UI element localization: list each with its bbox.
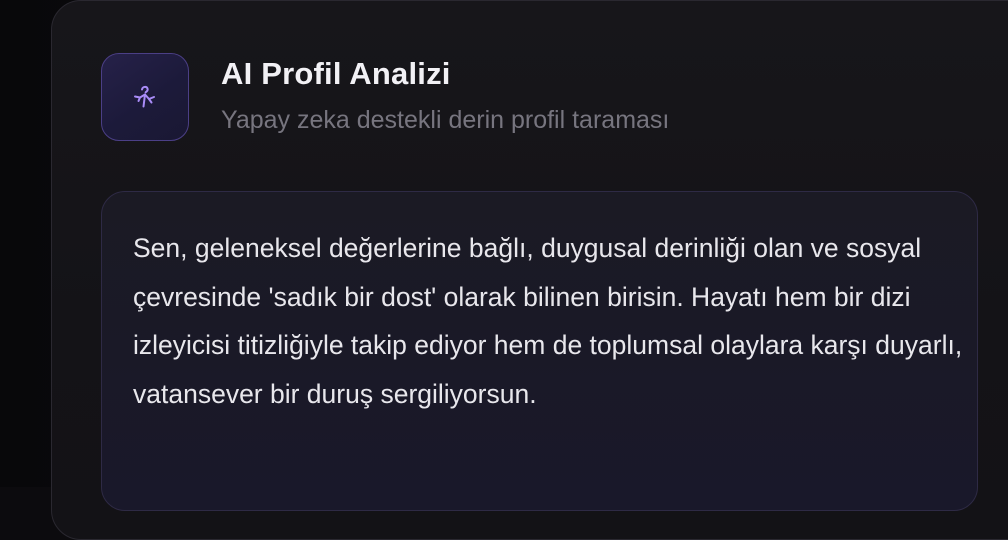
spark-figure-icon	[128, 80, 162, 114]
analysis-result-text: Sen, geleneksel değerlerine bağlı, duygu…	[133, 233, 963, 409]
ai-icon-tile	[101, 53, 189, 141]
page-subtitle: Yapay zeka destekli derin profil taramas…	[221, 106, 670, 134]
page-title: AI Profil Analizi	[221, 56, 451, 91]
